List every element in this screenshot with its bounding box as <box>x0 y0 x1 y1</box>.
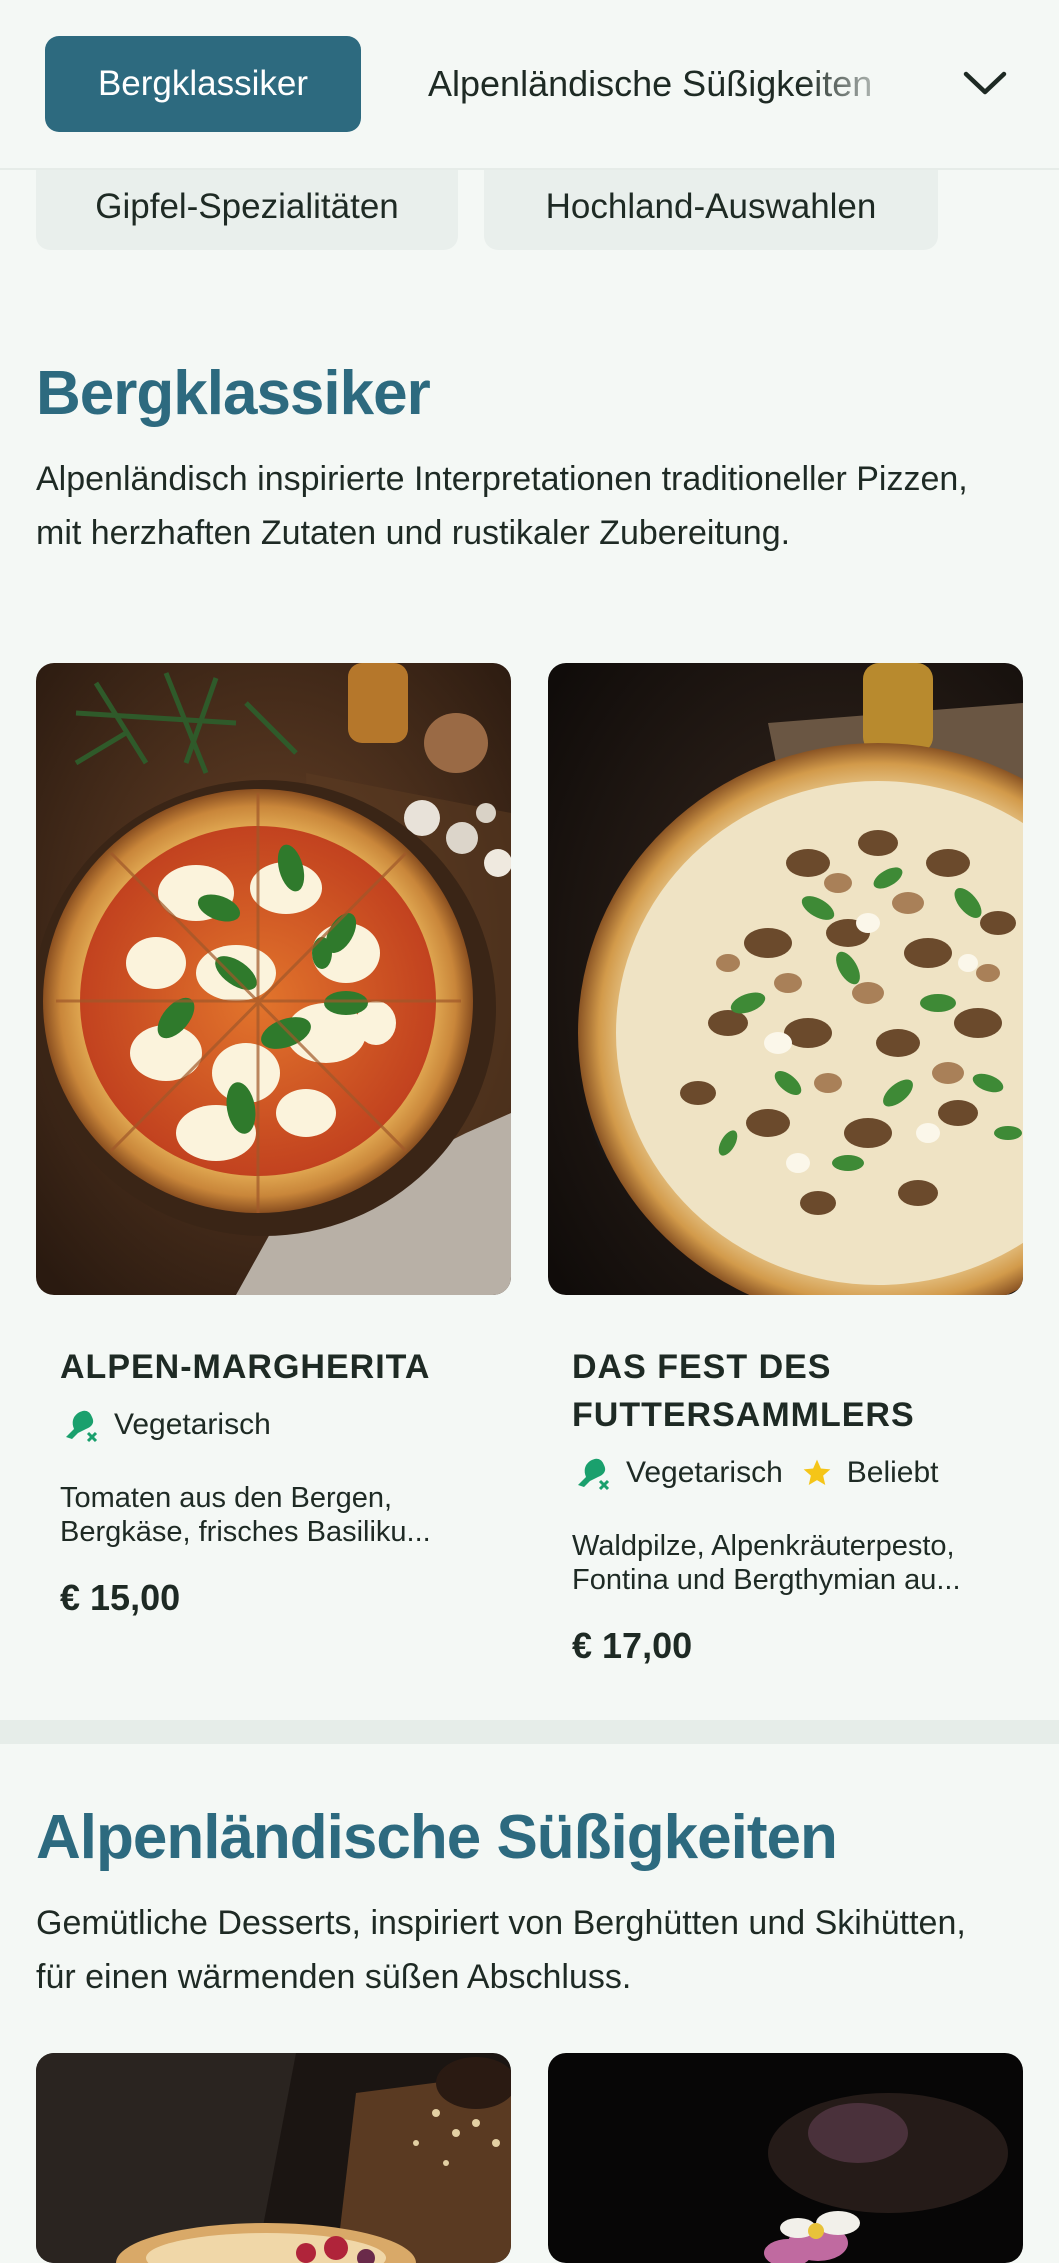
tab-alpenlaendische-suessigkeiten[interactable]: Alpenländische Süßigkeiten <box>428 36 908 132</box>
tab-label: Alpenländische Süßigkeiten <box>428 63 873 104</box>
drumstick-crossed-icon <box>66 1410 98 1443</box>
item-description: Waldpilze, Alpenkräuterpesto, Fontina un… <box>572 1529 1012 1597</box>
section-divider <box>0 1720 1059 1744</box>
pizza-image-fest-des-futtersammlers[interactable] <box>548 663 1023 1295</box>
star-icon <box>803 1459 831 1485</box>
section-title: Alpenländische Süßigkeiten <box>36 1803 838 1872</box>
item-description-line: Fontina und Bergthymian au... <box>572 1564 961 1596</box>
item-description-line: Waldpilze, Alpenkräuterpesto, <box>572 1530 955 1562</box>
item-tags: Vegetarisch Beliebt <box>572 1455 957 1491</box>
item-description: Tomaten aus den Bergen, Bergkäse, frisch… <box>60 1481 500 1549</box>
dessert-image[interactable] <box>36 2053 511 2263</box>
tag-popular: Beliebt <box>801 1456 939 1490</box>
dessert-image[interactable] <box>548 2053 1023 2263</box>
section-title: Bergklassiker <box>36 359 431 428</box>
item-description-line: Tomaten aus den Bergen, <box>60 1482 393 1514</box>
item-name: DAS FEST DES FUTTERSAMMLERS <box>572 1348 915 1434</box>
tag-label: Beliebt <box>846 1456 939 1489</box>
tab-bergklassiker[interactable]: Bergklassiker <box>45 36 361 132</box>
tab-label: Hochland-Auswahlen <box>545 187 877 226</box>
tab-label: Gipfel-Spezialitäten <box>95 187 399 226</box>
tag-label: Vegetarisch <box>626 1456 783 1489</box>
section-description: Gemütliche Desserts, inspiriert von Berg… <box>36 1904 966 1996</box>
chevron-down-icon[interactable] <box>960 58 1010 108</box>
tag-vegetarian: Vegetarisch <box>60 1407 271 1443</box>
item-description-line: Bergkäse, frisches Basiliku... <box>60 1516 431 1548</box>
drumstick-crossed-icon <box>578 1458 610 1491</box>
tag-label: Vegetarisch <box>114 1408 271 1441</box>
item-tags: Vegetarisch <box>60 1407 289 1443</box>
item-price: € 17,00 <box>572 1625 693 1666</box>
item-price: € 15,00 <box>60 1577 181 1618</box>
pizza-image-alpen-margherita[interactable] <box>36 663 511 1295</box>
category-nav: Bergklassiker Alpenländische Süßigkeiten <box>0 0 1059 170</box>
item-name: ALPEN-MARGHERITA <box>60 1348 431 1386</box>
tag-vegetarian: Vegetarisch <box>572 1455 783 1491</box>
section-description: Alpenländisch inspirierte Interpretation… <box>36 460 968 552</box>
tab-label: Bergklassiker <box>97 64 309 103</box>
